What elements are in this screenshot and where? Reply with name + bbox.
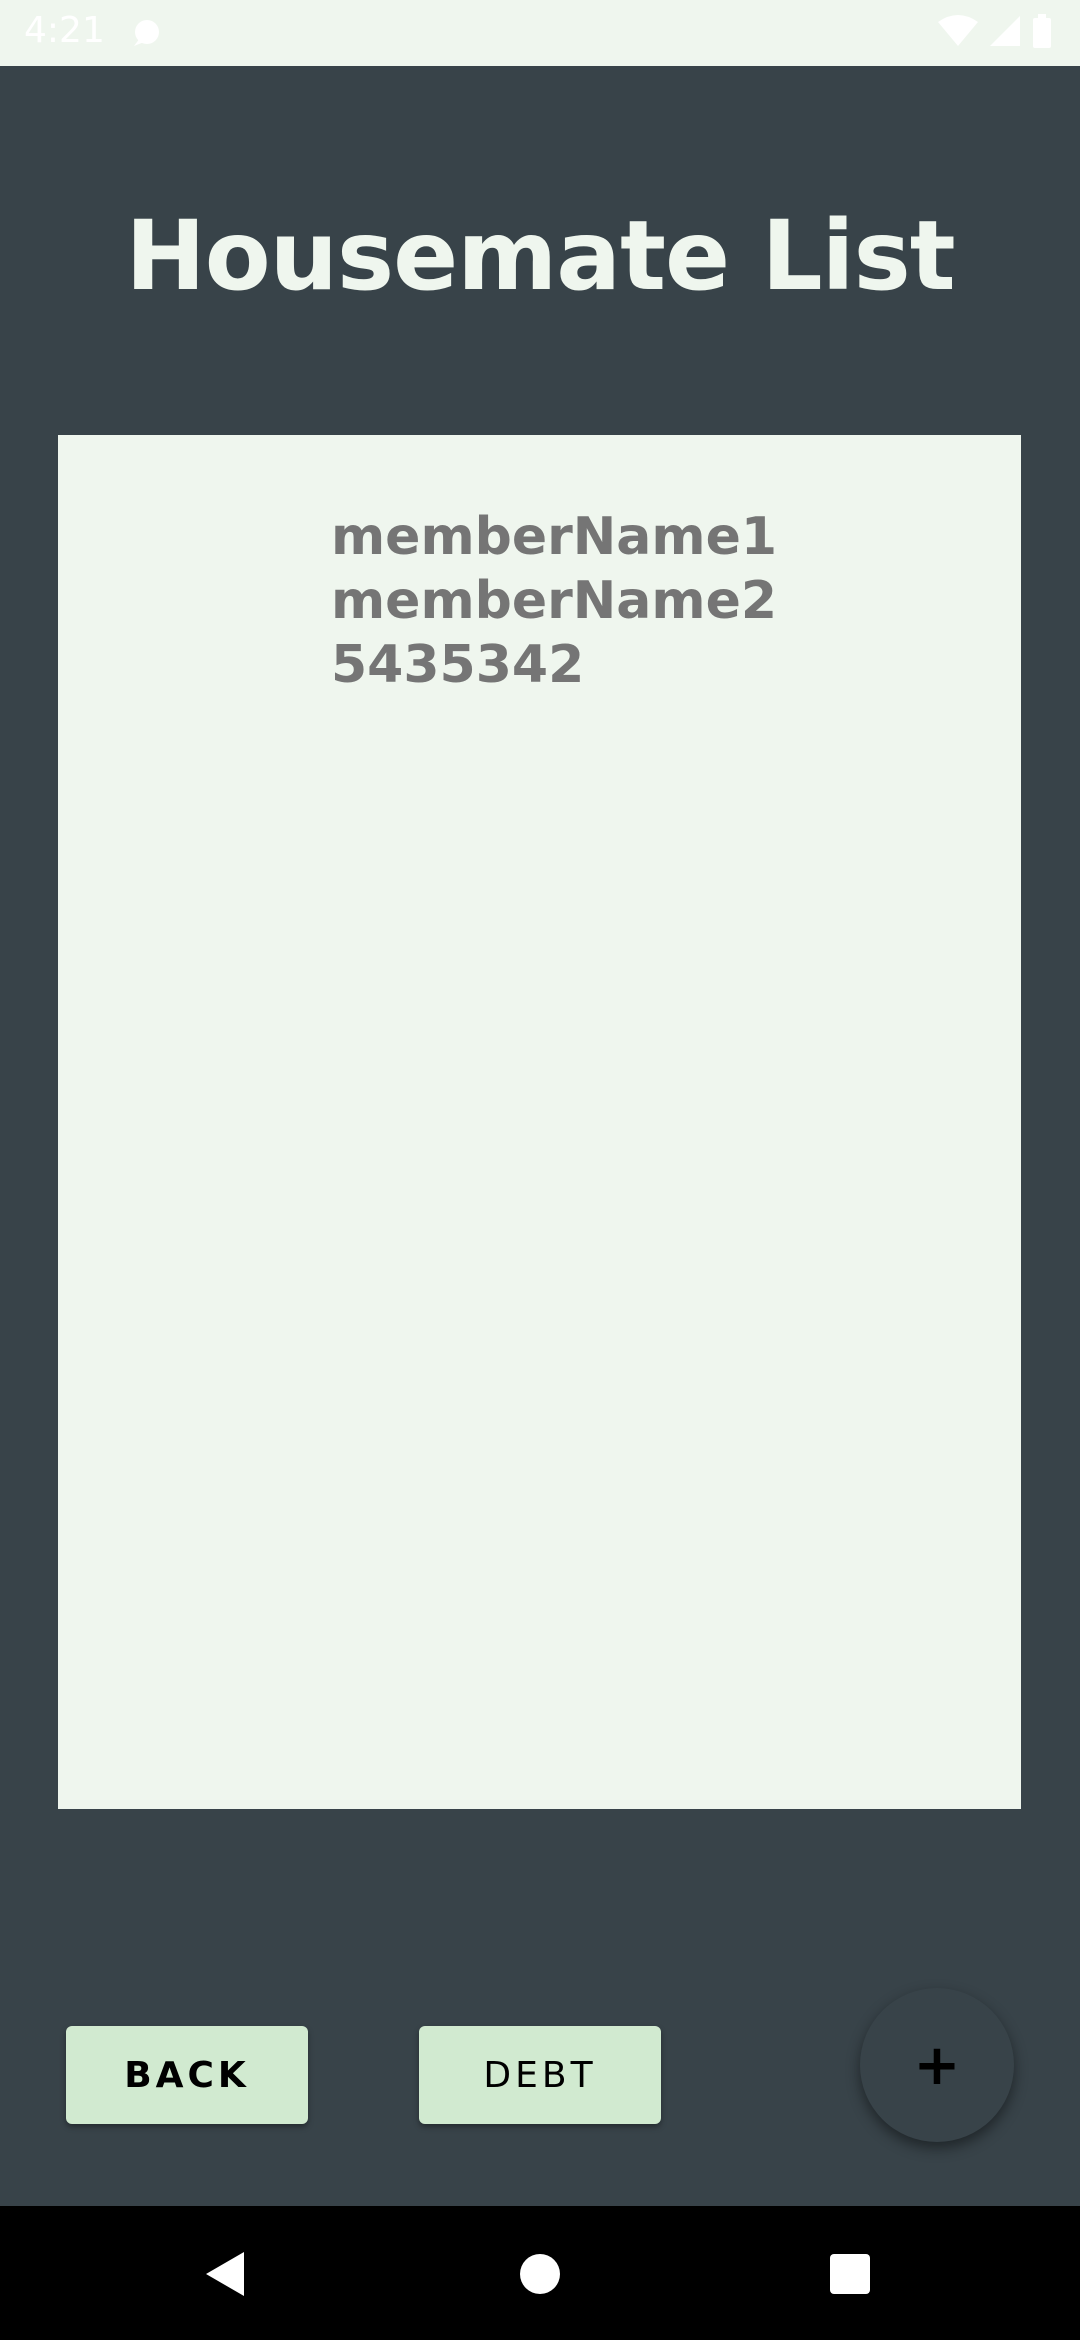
signal-icon: [988, 14, 1022, 48]
plus-icon: +: [913, 2032, 961, 2098]
page-title: Housemate List: [125, 200, 955, 312]
add-housemate-button[interactable]: +: [860, 1988, 1014, 2142]
battery-icon: [1032, 14, 1052, 48]
member-phone: 5435342: [331, 635, 585, 695]
member-name-1: memberName1: [331, 507, 778, 567]
member-name-2: memberName2: [331, 571, 778, 631]
status-icons: [938, 14, 1052, 48]
nav-home-icon[interactable]: [512, 2246, 568, 2302]
wifi-icon: [938, 14, 978, 48]
nav-recents-icon[interactable]: [822, 2246, 878, 2302]
back-button[interactable]: BACK: [66, 2026, 308, 2124]
nav-back-icon[interactable]: [198, 2246, 254, 2302]
notification-icon: [128, 16, 162, 50]
status-bar: 4:21: [0, 0, 1080, 66]
housemate-list[interactable]: memberName1 memberName2 5435342: [58, 435, 1021, 1809]
status-time: 4:21: [24, 10, 105, 51]
list-item[interactable]: memberName1 memberName2 5435342: [331, 505, 777, 697]
debt-button[interactable]: DEBT: [419, 2026, 661, 2124]
